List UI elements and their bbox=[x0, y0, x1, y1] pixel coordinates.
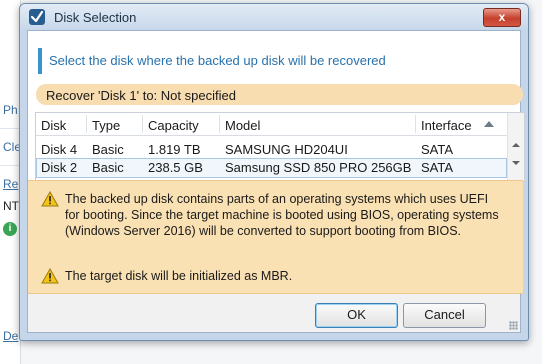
cell-interface: SATA bbox=[421, 142, 454, 157]
dialog-titlebar[interactable]: Disk Selection x bbox=[20, 4, 528, 30]
instruction-accent-bar bbox=[38, 48, 42, 74]
sort-ascending-icon bbox=[484, 121, 494, 127]
warning-icon bbox=[41, 191, 59, 207]
background-link-de[interactable]: De bbox=[3, 329, 18, 343]
cell-disk: Disk 2 bbox=[41, 160, 78, 175]
column-divider[interactable] bbox=[415, 115, 416, 133]
column-divider[interactable] bbox=[219, 115, 220, 133]
warning-mbr-text: The target disk will be initialized as M… bbox=[65, 269, 293, 283]
table-header: Disk Type Capacity Model Interface bbox=[36, 113, 507, 136]
table-scrollbar[interactable] bbox=[507, 113, 524, 181]
table-row[interactable]: Disk 4 Basic 1.819 TB SAMSUNG HD204UI SA… bbox=[36, 140, 507, 158]
app-logo-icon bbox=[29, 9, 45, 25]
instruction-header: Select the disk where the backed up disk… bbox=[28, 31, 520, 79]
disk-table: Disk Type Capacity Model Interface Disk … bbox=[35, 112, 525, 182]
background-divider bbox=[0, 165, 20, 166]
cell-capacity: 238.5 GB bbox=[148, 160, 203, 175]
info-icon: i bbox=[3, 222, 17, 236]
cell-model: SAMSUNG HD204UI bbox=[225, 142, 348, 157]
scroll-up-icon[interactable] bbox=[512, 143, 520, 147]
background-link-re[interactable]: Re bbox=[3, 177, 18, 191]
dialog-body: Select the disk where the backed up disk… bbox=[27, 30, 525, 333]
column-header-type[interactable]: Type bbox=[92, 118, 120, 133]
dialog-footer: OK Cancel bbox=[28, 294, 520, 332]
warning-icon bbox=[41, 268, 59, 284]
column-header-disk[interactable]: Disk bbox=[41, 118, 66, 133]
cancel-button[interactable]: Cancel bbox=[403, 303, 486, 328]
background-link-ph[interactable]: Ph bbox=[3, 103, 18, 117]
background-divider bbox=[0, 128, 20, 129]
cell-model: Samsung SSD 850 PRO 256GB bbox=[225, 160, 412, 175]
column-header-capacity[interactable]: Capacity bbox=[148, 118, 199, 133]
column-header-model[interactable]: Model bbox=[225, 118, 260, 133]
cell-type: Basic bbox=[92, 160, 124, 175]
cell-disk: Disk 4 bbox=[41, 142, 78, 157]
background-sidebar: Ph Cle Re NT i De bbox=[0, 0, 21, 364]
dialog-title: Disk Selection bbox=[54, 10, 137, 25]
instruction-text: Select the disk where the backed up disk… bbox=[49, 53, 386, 68]
background-text-nt: NT bbox=[3, 199, 19, 213]
cell-capacity: 1.819 TB bbox=[148, 142, 201, 157]
recover-target-text: Recover 'Disk 1' to: Not specified bbox=[46, 88, 236, 103]
recover-target-band: Recover 'Disk 1' to: Not specified bbox=[36, 84, 523, 105]
cell-type: Basic bbox=[92, 142, 124, 157]
close-button[interactable]: x bbox=[483, 8, 521, 27]
warning-panel: The backed up disk contains parts of an … bbox=[28, 180, 523, 294]
scroll-down-icon[interactable] bbox=[512, 161, 520, 165]
column-header-interface[interactable]: Interface bbox=[421, 118, 472, 133]
table-row-selected[interactable]: Disk 2 Basic 238.5 GB Samsung SSD 850 PR… bbox=[36, 158, 507, 178]
disk-selection-dialog: Disk Selection x Select the disk where t… bbox=[19, 3, 529, 341]
resize-grip-icon[interactable] bbox=[509, 321, 518, 330]
column-divider[interactable] bbox=[86, 115, 87, 133]
warning-uefi-text: The backed up disk contains parts of an … bbox=[65, 192, 499, 238]
ok-button[interactable]: OK bbox=[315, 303, 398, 328]
column-divider[interactable] bbox=[142, 115, 143, 133]
cell-interface: SATA bbox=[421, 160, 454, 175]
